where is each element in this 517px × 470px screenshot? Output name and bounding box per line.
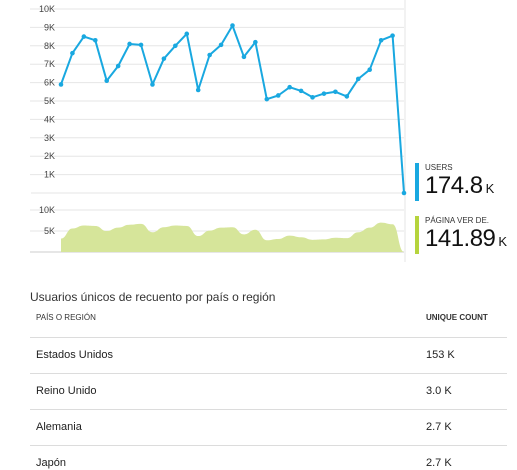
pageviews-area-chart[interactable]: 5K10KMARTES 13THUESSAT 17LUNES 19	[0, 200, 410, 262]
country-table-title: Usuarios únicos de recuento por país o r…	[30, 290, 276, 304]
y-tick-label: 4K	[44, 114, 55, 124]
country-cell: Japón	[36, 457, 66, 469]
users-data-point	[93, 37, 98, 43]
count-cell: 153 K	[426, 349, 455, 361]
users-data-point	[138, 42, 144, 48]
table-row[interactable]: Estados Unidos 153 K	[30, 337, 507, 373]
count-cell: 2.7 K	[426, 457, 452, 469]
y-tick-label: 9K	[44, 22, 55, 32]
country-cell: Estados Unidos	[36, 349, 114, 361]
users-data-point	[367, 67, 373, 73]
users-data-point	[310, 95, 315, 100]
users-data-point	[298, 88, 304, 94]
users-data-point	[150, 82, 155, 87]
users-data-point	[81, 34, 87, 39]
y-tick-label: 1K	[44, 170, 55, 180]
users-data-point	[344, 94, 350, 99]
count-cell: 3.0 K	[426, 385, 452, 397]
users-data-point	[127, 41, 132, 47]
users-data-point	[275, 93, 281, 98]
users-line-chart[interactable]: 1K 2K 3K 4K 5K 6K 7K 8K 9K 10K	[0, 0, 410, 200]
users-data-point	[333, 89, 338, 95]
users-data-point	[253, 39, 258, 45]
users-data-point	[104, 78, 110, 84]
table-row[interactable]: Alemania 2.7 K	[30, 409, 507, 445]
users-kpi-value: 174.8 K	[425, 172, 494, 199]
users-data-point	[378, 37, 384, 43]
users-data-point	[207, 52, 212, 58]
users-data-point	[70, 50, 75, 56]
pageviews-kpi[interactable]: PÁGINA VER DE. 141.89 K	[415, 216, 515, 256]
pageviews-kpi-value: 141.89 K	[425, 225, 507, 252]
count-cell: 2.7 K	[426, 421, 452, 433]
y-tick-label: 2K	[44, 151, 55, 161]
pageviews-series-area	[61, 222, 404, 252]
users-data-point	[241, 54, 247, 60]
users-data-point	[390, 33, 395, 38]
y-tick-label: 3K	[44, 133, 55, 143]
table-row[interactable]: Japón 2.7 K	[30, 445, 507, 470]
users-data-point	[58, 82, 64, 87]
users-data-point	[355, 76, 361, 82]
y-tick-label: 5K	[44, 96, 55, 106]
users-data-point	[218, 42, 224, 48]
users-data-point	[287, 84, 292, 90]
users-data-point	[321, 91, 327, 96]
users-color-bar	[415, 163, 419, 201]
y-tick-label: 5K	[44, 226, 55, 236]
users-data-point	[115, 63, 121, 69]
unique-count-column-header[interactable]: UNIQUE COUNT	[426, 313, 488, 322]
pageviews-kpi-label: PÁGINA VER DE.	[425, 216, 490, 225]
y-tick-label: 7K	[44, 59, 55, 69]
users-series-line	[60, 24, 405, 194]
users-kpi[interactable]: USERS 174.8 K	[415, 163, 515, 203]
users-data-point	[195, 87, 201, 93]
users-data-point	[184, 31, 190, 37]
table-row[interactable]: Reino Unido 3.0 K	[30, 373, 507, 409]
users-kpi-label: USERS	[425, 163, 453, 172]
country-cell: Alemania	[36, 421, 82, 433]
pageviews-color-bar	[415, 216, 419, 254]
users-data-point	[230, 23, 235, 28]
users-data-point	[173, 43, 178, 49]
y-tick-label: 8K	[44, 41, 55, 51]
users-data-point	[161, 56, 167, 61]
country-cell: Reino Unido	[36, 385, 97, 397]
y-tick-label: 6K	[44, 78, 55, 88]
users-data-point	[401, 190, 407, 196]
country-column-header[interactable]: PAÍS O REGIÓN	[36, 313, 96, 322]
users-data-point	[264, 96, 270, 102]
y-tick-label: 10K	[39, 205, 55, 215]
y-tick-label: 10K	[39, 4, 55, 14]
